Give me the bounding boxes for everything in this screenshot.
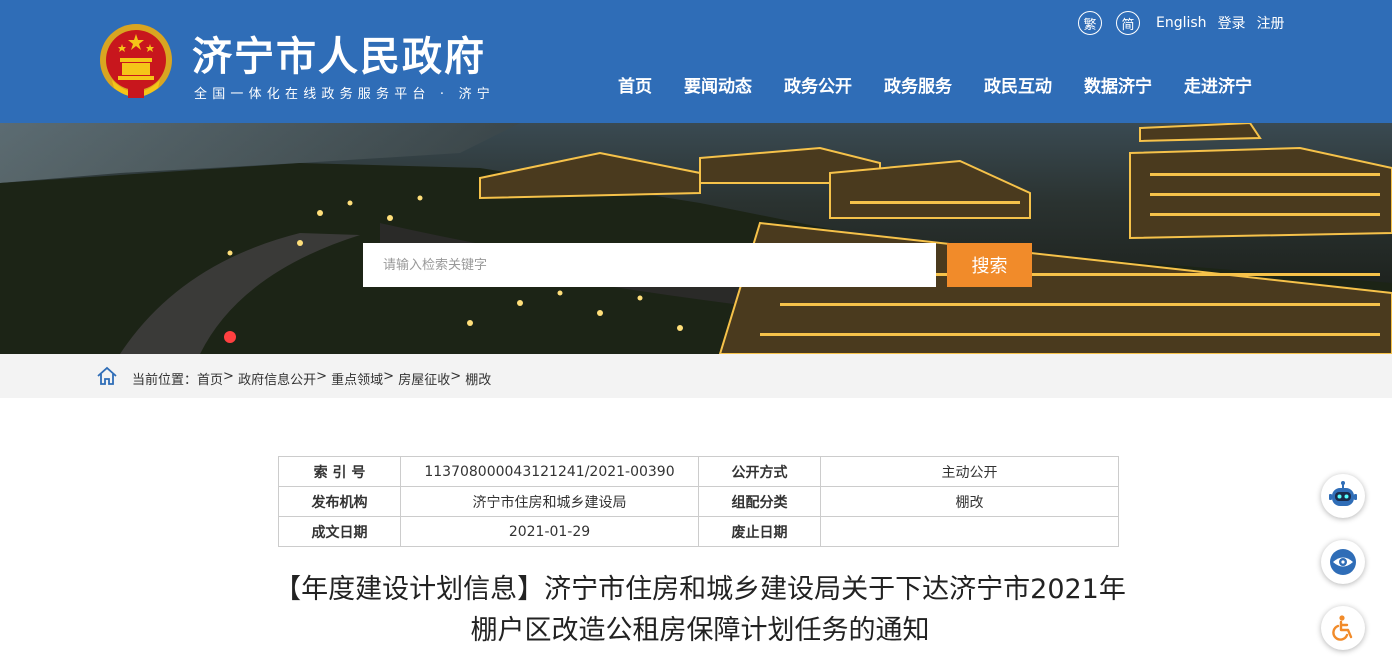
- category-value: 棚改: [820, 486, 1119, 517]
- breadcrumb-label: 当前位置：: [132, 373, 198, 388]
- breadcrumb-item-shantytown[interactable]: 棚改: [465, 369, 491, 388]
- nav-item-gov-affairs-public[interactable]: 政务公开: [784, 72, 852, 98]
- index-number-label: 索 引 号: [278, 456, 401, 487]
- register-link[interactable]: 注册: [1257, 13, 1285, 33]
- written-date-label: 成文日期: [278, 516, 401, 547]
- table-row: 索 引 号 11370800004312124​1/2021-00390 公开方…: [278, 456, 1119, 487]
- login-link[interactable]: 登录: [1218, 13, 1246, 33]
- table-row: 成文日期 2021-01-29 废止日期: [278, 516, 1119, 547]
- accessibility-view-button[interactable]: [1321, 540, 1365, 584]
- publisher-value: 济宁市住房和城乡建设局: [400, 486, 699, 517]
- breadcrumb-separator: >: [450, 369, 462, 384]
- breadcrumb-item-home[interactable]: 首页: [197, 369, 223, 388]
- expiry-date-label: 废止日期: [698, 516, 821, 547]
- nav-item-about[interactable]: 走进济宁: [1184, 72, 1252, 98]
- expiry-date-value: [820, 516, 1119, 547]
- accessibility-mode-button[interactable]: [1321, 606, 1365, 650]
- site-header: 济宁市人民政府 全国一体化在线政务服务平台 · 济宁 繁 简 English 登…: [0, 0, 1392, 123]
- traditional-chinese-button[interactable]: 繁: [1078, 11, 1102, 35]
- national-emblem-icon[interactable]: [98, 22, 174, 102]
- publisher-label: 发布机构: [278, 486, 401, 517]
- breadcrumb-separator: >: [223, 369, 234, 384]
- document-title-line2: 棚户区改造公租房保障计划任务的通知: [470, 615, 930, 646]
- banner-image: [0, 123, 1392, 354]
- main-nav: 首页 要闻动态 政务公开 政务服务 政民互动 数据济宁 走进济宁: [602, 72, 1268, 98]
- disclosure-method-value: 主动公开: [820, 456, 1119, 487]
- robot-icon: [1329, 481, 1357, 506]
- night-building-illustration: [0, 123, 1392, 354]
- english-link[interactable]: English: [1156, 15, 1207, 31]
- breadcrumb-separator: >: [383, 369, 395, 384]
- document-info-table: 索 引 号 11370800004312124​1/2021-00390 公开方…: [278, 456, 1119, 547]
- search-button[interactable]: 搜索: [947, 243, 1032, 287]
- robot-assistant-button[interactable]: [1321, 474, 1365, 518]
- breadcrumb-separator: >: [316, 369, 327, 384]
- nav-item-home[interactable]: 首页: [618, 72, 652, 98]
- simplified-chinese-button[interactable]: 简: [1116, 11, 1140, 35]
- breadcrumb: 当前位置： 首页 > 政府信息公开 > 重点领域 > 房屋征收 > 棚改: [0, 354, 1392, 398]
- breadcrumb-item-house-expropriation[interactable]: 房屋征收: [398, 369, 450, 388]
- breadcrumb-item-info-public[interactable]: 政府信息公开: [238, 369, 316, 388]
- breadcrumb-item-key-areas[interactable]: 重点领域: [331, 369, 383, 388]
- written-date-value: 2021-01-29: [400, 516, 699, 547]
- search-input[interactable]: [363, 243, 936, 287]
- nav-item-news[interactable]: 要闻动态: [684, 72, 752, 98]
- disclosure-method-label: 公开方式: [698, 456, 821, 487]
- nav-item-gov-services[interactable]: 政务服务: [884, 72, 952, 98]
- eye-icon: [1330, 549, 1356, 575]
- nav-item-interaction[interactable]: 政民互动: [984, 72, 1052, 98]
- site-title[interactable]: 济宁市人民政府: [192, 24, 486, 82]
- category-label: 组配分类: [698, 486, 821, 517]
- document-title: 【年度建设计划信息】济宁市住房和城乡建设局关于下达济宁市2021年 棚户区改造公…: [200, 569, 1200, 651]
- index-number-value: 11370800004312124​1/2021-00390: [400, 456, 699, 487]
- document-title-line1: 【年度建设计划信息】济宁市住房和城乡建设局关于下达济宁市2021年: [274, 574, 1126, 605]
- site-subtitle: 全国一体化在线政务服务平台 · 济宁: [194, 87, 495, 102]
- top-links: 繁 简 English 登录 注册: [1078, 10, 1285, 36]
- nav-item-data[interactable]: 数据济宁: [1084, 72, 1152, 98]
- wheelchair-icon: [1332, 615, 1353, 641]
- home-icon[interactable]: [96, 366, 118, 386]
- table-row: 发布机构 济宁市住房和城乡建设局 组配分类 棚改: [278, 486, 1119, 517]
- breadcrumb-trail: 当前位置： 首页 > 政府信息公开 > 重点领域 > 房屋征收 > 棚改: [132, 369, 491, 388]
